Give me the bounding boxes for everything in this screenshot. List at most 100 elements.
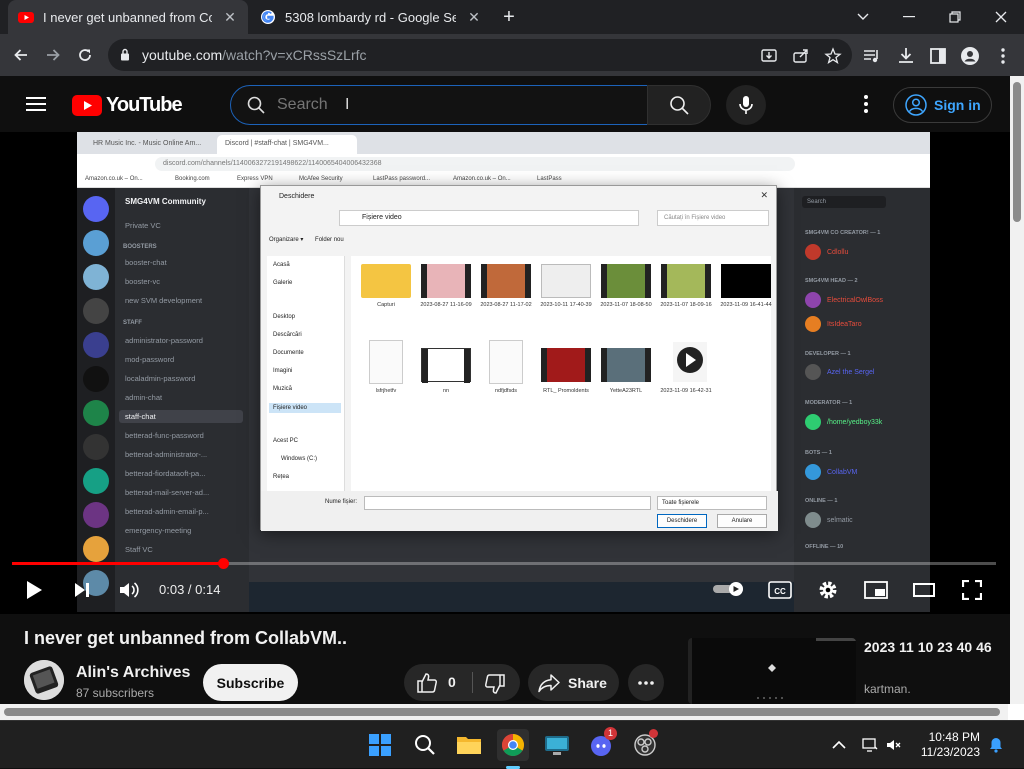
channel-name[interactable]: Alin's Archives: [76, 664, 190, 682]
forward-button[interactable]: [40, 42, 66, 68]
discord-taskbar-button[interactable]: 1: [585, 727, 617, 761]
restore-button[interactable]: [932, 0, 978, 34]
theater-mode-button[interactable]: [910, 576, 938, 604]
start-button[interactable]: [364, 729, 396, 761]
subscribe-button[interactable]: Subscribe: [203, 664, 298, 701]
member-name: ElectricalOwlBoss: [827, 296, 884, 304]
tab-youtube[interactable]: I never get unbanned from Colla ✕: [8, 0, 248, 34]
like-divider: [472, 672, 473, 693]
fullscreen-button[interactable]: [958, 576, 986, 604]
discord-channel: betterad-administrator-...: [125, 450, 208, 459]
chrome-taskbar-button[interactable]: [497, 729, 529, 761]
media-controls-icon[interactable]: [862, 46, 882, 66]
member-name: /home/yedboy33k: [827, 418, 883, 426]
horizontal-scrollbar[interactable]: [0, 704, 1010, 720]
minimize-button[interactable]: [886, 0, 932, 34]
play-button[interactable]: [20, 576, 48, 604]
like-thumb-up-icon[interactable]: [416, 672, 438, 694]
video-browser-tab: HR Music Inc. - Music Online Am...: [93, 140, 202, 147]
obs-taskbar-button[interactable]: [629, 729, 661, 761]
file-explorer-button[interactable]: [453, 729, 485, 761]
address-bar[interactable]: youtube.com/watch?v=xCRssSzLrfc: [108, 39, 852, 71]
discord-search: Search: [802, 196, 886, 208]
captions-button[interactable]: CC: [766, 576, 794, 604]
video-thumbnail: [721, 264, 771, 298]
video-thumbnail: [601, 348, 651, 382]
side-panel-icon[interactable]: [928, 46, 948, 66]
volume-muted-icon[interactable]: [886, 737, 902, 753]
reload-button[interactable]: [72, 42, 98, 68]
nav-item: Muzică: [273, 386, 293, 392]
file-name: 2023-11-09 16-41-44: [720, 302, 772, 308]
terminal-taskbar-button[interactable]: [541, 729, 573, 761]
settings-more-button[interactable]: [856, 92, 876, 116]
discord-channel: betterad-mail-server-ad...: [125, 488, 210, 497]
clock-date: 11/23/2023: [920, 745, 980, 759]
sign-in-button[interactable]: Sign in: [893, 87, 992, 123]
chrome-menu-icon[interactable]: [993, 46, 1013, 66]
vertical-scrollbar[interactable]: [1010, 76, 1024, 722]
recommended-video-thumbnail[interactable]: [688, 638, 856, 704]
bookmark: McAfee Security: [299, 176, 343, 182]
vertical-scroll-thumb[interactable]: [1013, 82, 1021, 222]
voice-search-button[interactable]: [726, 85, 766, 125]
close-tab-icon[interactable]: ✕: [466, 9, 482, 25]
video-player[interactable]: HR Music Inc. - Music Online Am... Disco…: [0, 132, 1010, 614]
video-thumbnail: [421, 348, 471, 383]
tab-title: I never get unbanned from Colla: [43, 9, 212, 25]
channel-avatar[interactable]: [24, 660, 64, 700]
profile-icon[interactable]: [960, 46, 980, 66]
new-tab-button[interactable]: +: [498, 6, 520, 28]
folder-icon: [457, 737, 481, 754]
share-button[interactable]: Share: [528, 664, 619, 701]
close-tab-icon[interactable]: ✕: [222, 9, 238, 25]
play-icon: [27, 581, 42, 599]
recording-indicator: [649, 729, 658, 738]
back-button[interactable]: [8, 42, 34, 68]
taskbar-search-button[interactable]: [409, 729, 441, 761]
server-icon: [83, 502, 109, 528]
autoplay-toggle[interactable]: [713, 582, 745, 596]
tab-search-chevron-icon[interactable]: [840, 0, 886, 34]
horizontal-scroll-thumb[interactable]: [4, 708, 1000, 716]
lock-icon[interactable]: [120, 48, 130, 61]
tab-google-search[interactable]: 5308 lombardy rd - Google Sear ✕: [250, 0, 492, 34]
system-clock[interactable]: 10:48 PM 11/23/2023: [916, 730, 980, 760]
member-name: selmatic: [827, 516, 853, 524]
search-button[interactable]: [647, 85, 711, 125]
search-box[interactable]: I: [230, 85, 648, 125]
theater-mode-icon: [913, 583, 935, 597]
member: ItsIdeaTaro: [805, 316, 862, 332]
video-frame: HR Music Inc. - Music Online Am... Disco…: [77, 132, 930, 612]
close-window-button[interactable]: [978, 0, 1024, 34]
video-browser-tab: Discord | #staff-chat | SMG4VM...: [217, 135, 357, 154]
youtube-logo[interactable]: YouTube: [72, 94, 183, 117]
url-host: youtube.com: [142, 47, 223, 63]
more-actions-button[interactable]: [628, 664, 664, 701]
notification-bell-icon[interactable]: [988, 737, 1004, 753]
display-icon[interactable]: [862, 737, 878, 753]
member: Cdlollu: [805, 244, 848, 260]
video-thumbnail: [421, 264, 471, 298]
search-input[interactable]: [277, 94, 617, 116]
like-count: 0: [448, 674, 456, 690]
discord-home-icon: [83, 196, 109, 222]
settings-button[interactable]: [814, 576, 842, 604]
install-app-icon[interactable]: [760, 47, 778, 65]
dislike-thumb-down-icon[interactable]: [484, 673, 506, 695]
search-icon: [670, 96, 689, 115]
scrollbar-corner: [1008, 704, 1024, 720]
bookmark-star-icon[interactable]: [824, 47, 842, 65]
recommended-video-title[interactable]: 2023 11 10 23 40 46: [864, 637, 994, 657]
next-button[interactable]: [68, 576, 96, 604]
nav-item: Acest PC: [273, 438, 299, 444]
download-icon[interactable]: [896, 46, 916, 66]
share-page-icon[interactable]: [792, 47, 810, 65]
miniplayer-button[interactable]: [862, 576, 890, 604]
chevron-up-icon[interactable]: [831, 737, 847, 753]
hamburger-menu-icon[interactable]: [26, 96, 46, 112]
arrow-right-icon: [47, 49, 60, 61]
skip-next-icon: [75, 583, 89, 597]
mute-button[interactable]: [115, 576, 143, 604]
scrubber-handle[interactable]: [218, 558, 229, 569]
